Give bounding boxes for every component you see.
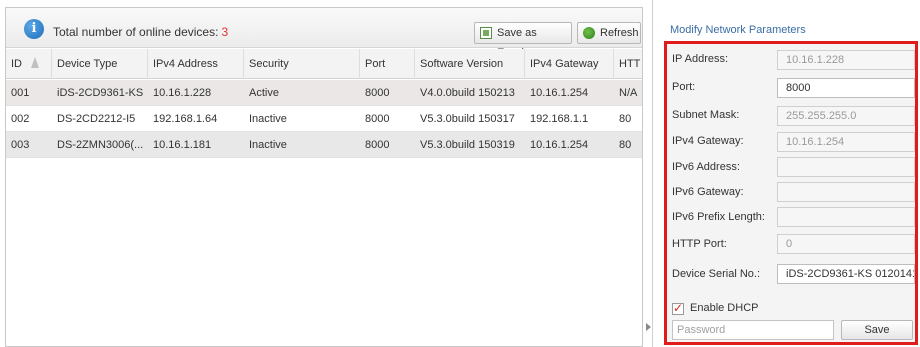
cell-ipv4-address: 192.168.1.64	[153, 113, 218, 125]
table-row[interactable]: 003 DS-2ZMN3006(... 10.16.1.181 Inactive…	[6, 132, 642, 158]
ipv6-gateway-label: IPv6 Gateway:	[672, 186, 744, 198]
ipv6-address-label: IPv6 Address:	[672, 161, 740, 173]
online-device-summary: Total number of online devices: 3	[53, 25, 228, 39]
ipv6-prefix-length-label: IPv6 Prefix Length:	[672, 211, 765, 223]
sort-icon	[31, 57, 39, 69]
ip-address-label: IP Address:	[672, 53, 729, 65]
cell-software-version: V5.3.0build 150319	[420, 139, 515, 151]
refresh-icon	[583, 27, 595, 39]
ipv4-gateway-label: IPv4 Gateway:	[672, 135, 744, 147]
subnet-mask-field[interactable]: 255.255.255.0	[777, 106, 915, 126]
column-header-ipv4-address[interactable]: IPv4 Address	[148, 49, 244, 79]
column-header-software-version[interactable]: Software Version	[415, 49, 525, 79]
cell-ipv4-address: 10.16.1.228	[153, 87, 212, 99]
pane-divider[interactable]	[652, 0, 653, 347]
cell-id: 001	[11, 87, 30, 99]
port-label: Port:	[672, 81, 696, 93]
table-row[interactable]: 002 DS-2CD2212-I5 192.168.1.64 Inactive …	[6, 106, 642, 132]
http-port-field[interactable]: 0	[777, 234, 915, 254]
excel-icon	[480, 27, 492, 39]
cell-software-version: V4.0.0build 150213	[420, 87, 515, 99]
table-header: ID Device Type IPv4 Address Security Por…	[6, 49, 642, 79]
cell-http-port: 80	[619, 113, 632, 125]
password-input[interactable]	[672, 320, 834, 340]
column-header-security[interactable]: Security	[244, 49, 360, 79]
port-field[interactable]: 8000	[777, 78, 915, 98]
cell-ipv4-gateway: 10.16.1.254	[530, 139, 589, 151]
column-header-port[interactable]: Port	[360, 49, 415, 79]
ipv6-address-field[interactable]	[777, 157, 915, 177]
ipv6-gateway-field[interactable]	[777, 182, 915, 202]
cell-ipv4-gateway: 10.16.1.254	[530, 87, 589, 99]
cell-id: 003	[11, 139, 30, 151]
device-serial-field[interactable]: iDS-2CD9361-KS 0120141	[777, 264, 915, 284]
cell-security: Inactive	[249, 113, 287, 125]
http-port-label: HTTP Port:	[672, 238, 727, 250]
column-header-device-type[interactable]: Device Type	[52, 49, 148, 79]
cell-port: 8000	[365, 87, 390, 99]
enable-dhcp-label: Enable DHCP	[690, 302, 759, 314]
panel-title: Modify Network Parameters	[670, 24, 806, 36]
cell-port: 8000	[365, 139, 390, 151]
cell-ipv4-address: 10.16.1.181	[153, 139, 212, 151]
ipv4-gateway-field[interactable]: 10.16.1.254	[777, 132, 915, 152]
column-header-id[interactable]: ID	[6, 49, 52, 79]
cell-device-type: iDS-2CD9361-KS	[57, 87, 144, 99]
device-serial-label: Device Serial No.:	[672, 268, 761, 280]
cell-software-version: V5.3.0build 150317	[420, 113, 515, 125]
cell-port: 8000	[365, 113, 390, 125]
device-list-panel: i Total number of online devices: 3 Save …	[5, 7, 643, 347]
cell-device-type: DS-2ZMN3006(...	[57, 139, 144, 151]
column-header-http-port[interactable]: HTT	[614, 49, 642, 79]
collapse-panel-arrow-icon[interactable]	[646, 323, 651, 331]
ip-address-field[interactable]: 10.16.1.228	[777, 50, 915, 70]
save-as-excel-button[interactable]: Save as Excel	[474, 22, 572, 59]
ipv6-prefix-length-field[interactable]	[777, 207, 915, 227]
cell-device-type: DS-2CD2212-I5	[57, 113, 136, 125]
column-header-ipv4-gateway[interactable]: IPv4 Gateway	[525, 49, 614, 79]
cell-security: Active	[249, 87, 279, 99]
total-count: 3	[221, 25, 229, 39]
device-list-toolbar: i Total number of online devices: 3 Save …	[6, 8, 642, 59]
cell-ipv4-gateway: 192.168.1.1	[530, 113, 589, 125]
subnet-mask-label: Subnet Mask:	[672, 109, 740, 121]
cell-http-port: N/A	[619, 87, 638, 99]
cell-id: 002	[11, 113, 30, 125]
total-label: Total number of online devices:	[53, 25, 219, 39]
refresh-button[interactable]: Refresh	[577, 22, 641, 44]
enable-dhcp-checkbox[interactable]	[672, 301, 684, 315]
cell-security: Inactive	[249, 139, 287, 151]
table-row[interactable]: 001 iDS-2CD9361-KS 10.16.1.228 Active 80…	[6, 80, 642, 106]
save-button[interactable]: Save	[841, 320, 913, 340]
info-icon: i	[24, 19, 44, 39]
refresh-label: Refresh	[600, 27, 639, 39]
cell-http-port: 80	[619, 139, 632, 151]
